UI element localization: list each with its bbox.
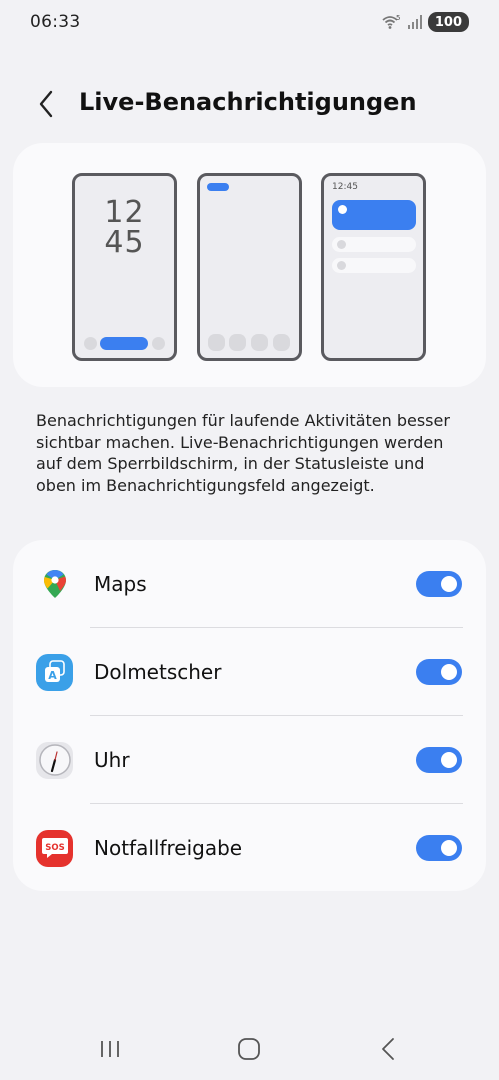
maps-toggle[interactable] (416, 571, 462, 597)
battery-badge: 100 (427, 12, 469, 32)
dolmetscher-toggle[interactable] (416, 659, 462, 685)
lockscreen-illustration: 12 45 (72, 173, 177, 361)
status-time: 06:33 (30, 12, 81, 32)
statusbar-live-chip (207, 183, 229, 191)
uhr-toggle[interactable] (416, 747, 462, 773)
back-arrow-icon (39, 90, 53, 118)
live-notification-pill (100, 337, 148, 350)
app-icon-placeholder (273, 334, 290, 351)
list-item-dolmetscher[interactable]: A Dolmetscher (13, 628, 486, 716)
page-title: Live-Benachrichtigungen (79, 88, 417, 116)
list-item-uhr[interactable]: Uhr (13, 716, 486, 804)
recents-icon (101, 1041, 119, 1057)
status-bar: 06:33 5 100 (0, 0, 499, 44)
notification-placeholder (332, 258, 416, 273)
notification-placeholder (332, 237, 416, 252)
svg-text:SOS: SOS (45, 843, 64, 853)
notification-panel-illustration: 12:45 (321, 173, 426, 361)
lockscreen-shortcut-dot (152, 337, 165, 350)
list-item-maps[interactable]: Maps (13, 540, 486, 628)
notfallfreigabe-toggle[interactable] (416, 835, 462, 861)
back-button[interactable] (34, 88, 58, 120)
page-header: Live-Benachrichtigungen (0, 82, 499, 126)
status-icons: 5 100 (382, 12, 469, 32)
list-item-label: Uhr (94, 748, 130, 772)
clock-icon (36, 741, 73, 779)
back-nav-button[interactable] (373, 1034, 403, 1064)
list-item-label: Dolmetscher (94, 660, 222, 684)
wifi-band-label: 5 (396, 14, 400, 22)
lockscreen-clock-minutes: 45 (104, 225, 145, 260)
apps-list: Maps A Dolmetscher Uhr SOS Notfallfreiga… (13, 540, 486, 891)
list-item-label: Notfallfreigabe (94, 836, 243, 860)
app-icon-placeholder (251, 334, 268, 351)
navigation-bar (0, 1026, 499, 1070)
live-notification-card (332, 200, 416, 230)
illustration-card: 12 45 12:45 (13, 143, 486, 387)
back-icon (382, 1038, 394, 1060)
lockscreen-clock-hours: 12 (104, 195, 145, 230)
recent-apps-button[interactable] (95, 1034, 125, 1064)
translator-icon: A (36, 653, 73, 691)
wifi-icon: 5 (382, 14, 402, 30)
app-icon-placeholder (229, 334, 246, 351)
list-item-label: Maps (94, 572, 147, 596)
google-maps-icon (36, 566, 73, 603)
lockscreen-shortcut-dot (84, 337, 97, 350)
home-icon (238, 1038, 260, 1060)
svg-text:A: A (48, 669, 57, 682)
statusbar-illustration (197, 173, 302, 361)
description-text: Benachrichtigungen für laufende Aktivitä… (36, 411, 450, 495)
app-icon-placeholder (208, 334, 225, 351)
list-item-notfallfreigabe[interactable]: SOS Notfallfreigabe (13, 804, 486, 892)
panel-time: 12:45 (332, 182, 358, 192)
sos-icon: SOS (36, 829, 73, 867)
home-button[interactable] (234, 1034, 264, 1064)
lockscreen-clock: 12 45 (75, 198, 174, 258)
signal-icon (407, 15, 422, 29)
